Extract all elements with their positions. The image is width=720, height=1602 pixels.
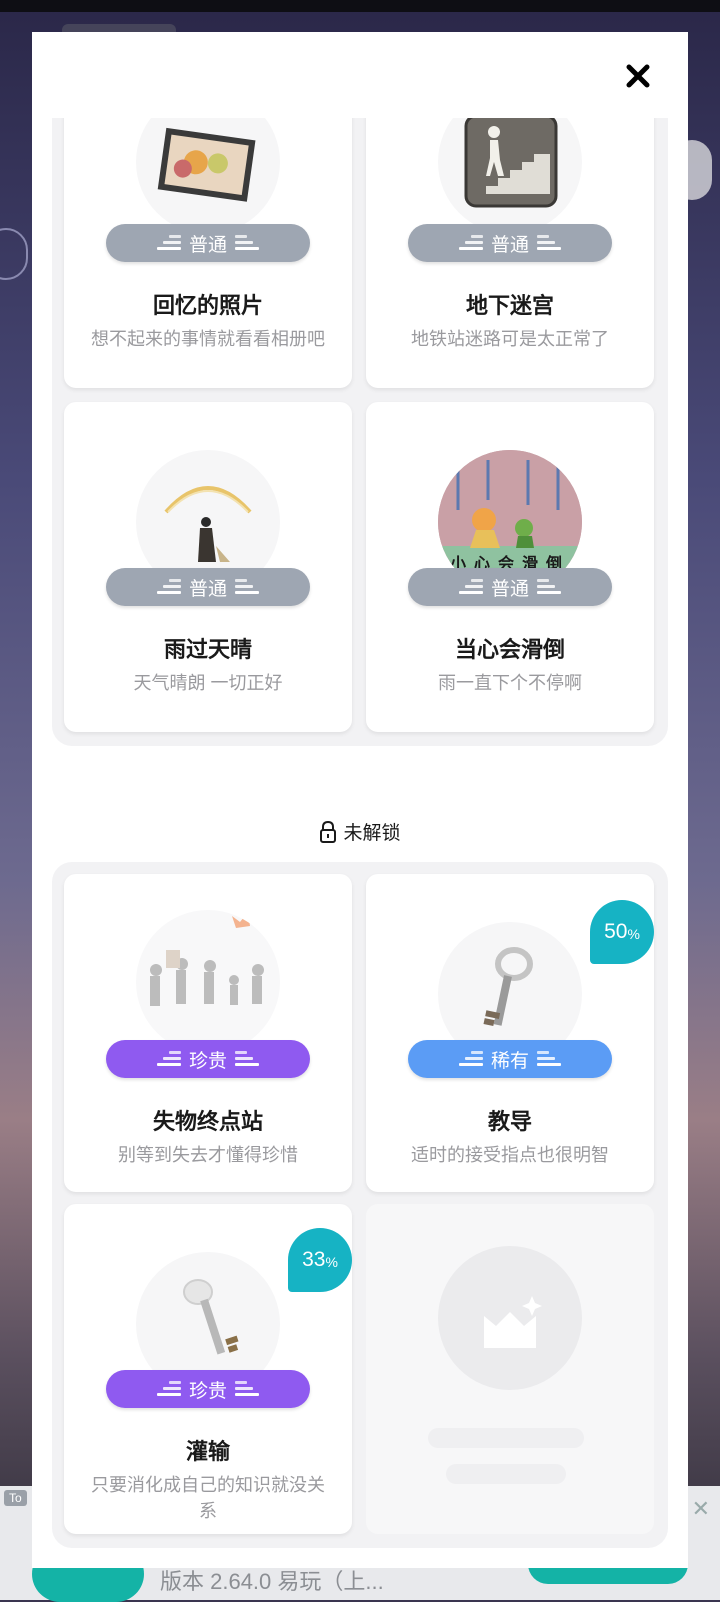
rarity-bars-icon	[235, 1048, 261, 1070]
card-slippery[interactable]: 小心会滑倒 普通 当心会滑倒 雨一直下个不停啊	[366, 402, 654, 732]
placeholder-title-bar	[428, 1428, 584, 1448]
close-button[interactable]	[622, 60, 654, 92]
placeholder-desc-bar	[446, 1464, 566, 1484]
rarity-bars-icon	[155, 232, 181, 254]
ad-tag: To	[4, 1490, 27, 1506]
rarity-label: 普通	[188, 578, 227, 600]
rarity-bars-icon	[155, 1378, 181, 1400]
photo-icon	[157, 127, 256, 202]
progress-value: 33	[302, 1248, 326, 1271]
rarity-badge: 普通	[408, 568, 612, 606]
card-title: 雨过天晴	[163, 637, 252, 662]
status-bar	[0, 0, 720, 12]
rarity-label: 普通	[490, 234, 529, 256]
rarity-label: 珍贵	[188, 1380, 227, 1402]
percent-sign: %	[325, 1254, 338, 1270]
card-title: 地下迷宫	[465, 293, 554, 318]
placeholder-image-icon	[484, 1296, 542, 1348]
photo-thumbnail	[136, 118, 280, 234]
rarity-bars-icon	[457, 576, 483, 598]
rarity-badge: 普通	[106, 224, 310, 262]
rarity-bars-icon	[155, 576, 181, 598]
card-lost-station[interactable]: 珍贵 失物终点站 别等到失去才懂得珍惜	[64, 874, 352, 1192]
rarity-bars-icon	[235, 1378, 261, 1400]
rarity-bars-icon	[235, 576, 261, 598]
card-description: 雨一直下个不停啊	[438, 673, 582, 693]
family-illustration	[150, 912, 264, 1006]
rarity-badge: 珍贵	[106, 1370, 310, 1408]
card-description: 想不起来的事情就看看相册吧	[91, 329, 325, 349]
rarity-badge: 普通	[106, 568, 310, 606]
rarity-label: 普通	[490, 578, 529, 600]
rarity-label: 普通	[188, 234, 227, 256]
progress-bubble: 50%	[590, 900, 654, 964]
locked-section-label: 未解锁	[32, 818, 688, 845]
rarity-bars-icon	[537, 232, 563, 254]
rarity-bars-icon	[155, 1048, 181, 1070]
card-memory-photo[interactable]: 普通 回忆的照片 想不起来的事情就看看相册吧	[64, 118, 352, 388]
locked-panel: 珍贵 失物终点站 别等到失去才懂得珍惜 50% 稀有 教导 适时的接受指点也很明…	[52, 862, 668, 1548]
ad-close-icon: ✕	[691, 1496, 710, 1521]
progress-bubble: 33%	[288, 1228, 352, 1292]
ad-version-text: 版本 2.64.0 易玩（上...	[160, 1569, 384, 1594]
rarity-badge: 普通	[408, 224, 612, 262]
card-guidance[interactable]: 50% 稀有 教导 适时的接受指点也很明智	[366, 874, 654, 1192]
unlocked-panel: 普通 回忆的照片 想不起来的事情就看看相册吧 普通 地下迷宫 地铁站迷路可是太正…	[52, 118, 668, 746]
card-placeholder	[366, 1204, 654, 1534]
lost-station-thumbnail	[136, 910, 280, 1054]
stairs-thumbnail	[438, 118, 582, 234]
card-underground-maze[interactable]: 普通 地下迷宫 地铁站迷路可是太正常了	[366, 118, 654, 388]
card-description: 适时的接受指点也很明智	[411, 1145, 609, 1165]
card-title: 当心会滑倒	[454, 637, 565, 662]
rarity-bars-icon	[235, 232, 261, 254]
close-icon	[626, 64, 650, 88]
modal-scroll-area[interactable]: 普通 回忆的照片 想不起来的事情就看看相册吧 普通 地下迷宫 地铁站迷路可是太正…	[32, 118, 688, 1568]
rarity-bars-icon	[537, 576, 563, 598]
rarity-label: 珍贵	[188, 1050, 227, 1072]
card-description: 地铁站迷路可是太正常了	[411, 329, 609, 349]
rarity-bars-icon	[457, 1048, 483, 1070]
card-title: 灌输	[185, 1439, 230, 1464]
card-after-rain[interactable]: 普通 雨过天晴 天气晴朗 一切正好	[64, 402, 352, 732]
card-infusion[interactable]: 33% 珍贵 灌输 只要消化成自己的知识就没关系	[64, 1204, 352, 1534]
locked-label-text: 未解锁	[343, 823, 401, 844]
percent-sign: %	[627, 926, 640, 942]
rarity-bars-icon	[537, 1048, 563, 1070]
card-description: 别等到失去才懂得珍惜	[118, 1145, 298, 1165]
card-title: 教导	[487, 1109, 532, 1134]
stairs-icon	[464, 118, 558, 208]
card-title: 失物终点站	[152, 1109, 263, 1134]
rarity-bars-icon	[457, 232, 483, 254]
rarity-badge: 珍贵	[106, 1040, 310, 1078]
rarity-label: 稀有	[490, 1050, 529, 1072]
lock-icon	[320, 820, 337, 843]
placeholder-thumbnail	[438, 1246, 582, 1390]
collection-modal: 普通 回忆的照片 想不起来的事情就看看相册吧 普通 地下迷宫 地铁站迷路可是太正…	[32, 32, 688, 1568]
progress-value: 50	[604, 920, 628, 943]
card-description: 只要消化成自己的知识就没关系	[91, 1475, 325, 1521]
card-title: 回忆的照片	[152, 293, 263, 318]
rarity-badge: 稀有	[408, 1040, 612, 1078]
card-description: 天气晴朗 一切正好	[133, 673, 283, 693]
